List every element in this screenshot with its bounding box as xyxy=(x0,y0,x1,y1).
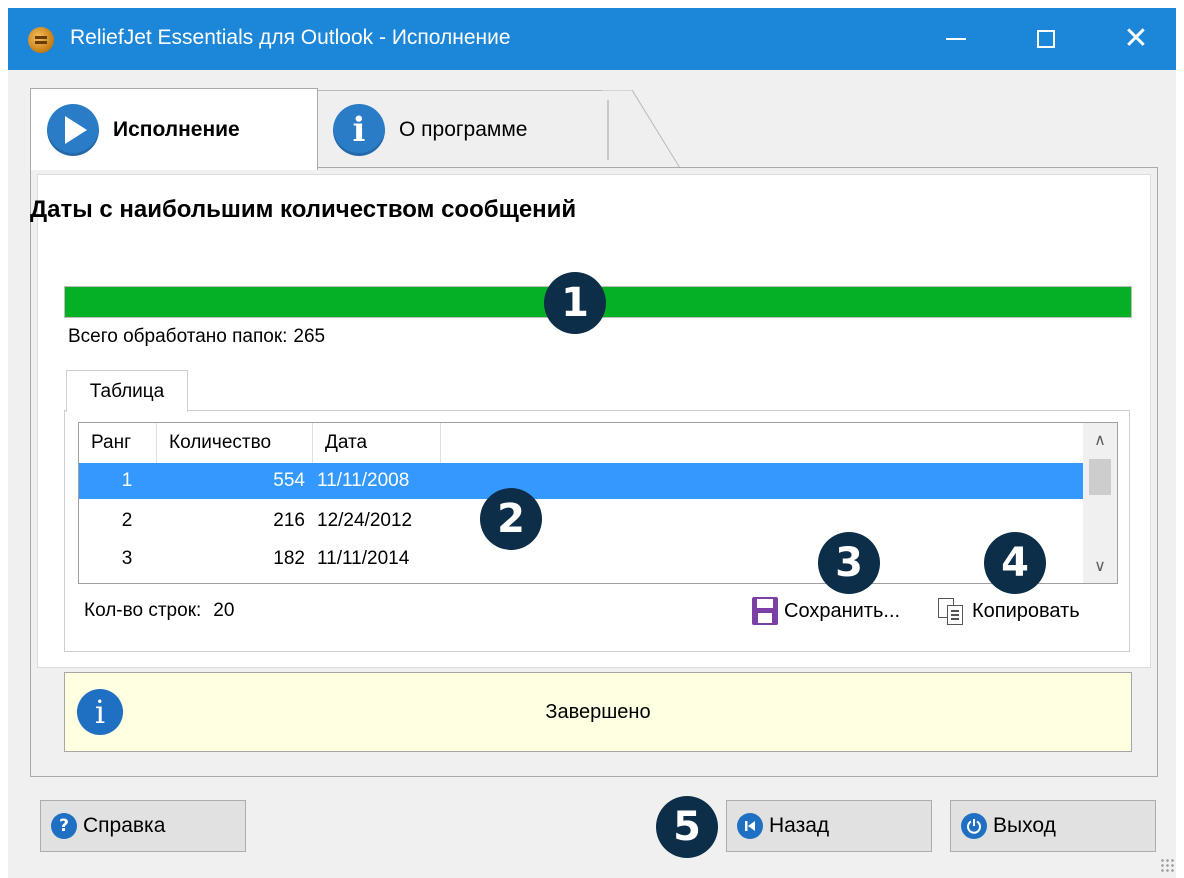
close-button[interactable]: ✕ xyxy=(1096,8,1176,70)
exit-button-label: Выход xyxy=(993,814,1056,837)
status-panel: i Завершено xyxy=(64,672,1132,752)
status-text: Завершено xyxy=(545,700,651,723)
processed-status: Всего обработано папок: 265 xyxy=(68,326,325,348)
tab-table[interactable]: Таблица xyxy=(66,370,188,412)
app-logo-icon xyxy=(28,27,54,53)
callout-badge-4: 4 xyxy=(984,532,1046,594)
back-button[interactable]: Назад xyxy=(726,800,932,852)
cell-rank: 2 xyxy=(121,510,133,531)
copy-button-label: Копировать xyxy=(972,599,1080,622)
row-count: Кол-во строк: 20 xyxy=(84,600,234,622)
close-icon: ✕ xyxy=(1123,21,1149,56)
save-button[interactable]: Сохранить... xyxy=(752,594,900,628)
scroll-down-button[interactable]: ∨ xyxy=(1083,549,1117,583)
maximize-button[interactable] xyxy=(1006,8,1086,70)
cell-date: 11/11/2008 xyxy=(317,470,410,491)
skip-back-icon xyxy=(737,813,763,839)
scroll-thumb[interactable] xyxy=(1089,459,1111,495)
table-row[interactable]: 1 554 11/11/2008 xyxy=(79,463,1084,499)
copy-button[interactable]: Копировать xyxy=(936,594,1080,628)
tab-execution[interactable]: Исполнение xyxy=(30,88,318,170)
cell-count: 216 xyxy=(273,510,305,531)
callout-badge-5: 5 xyxy=(656,796,718,858)
help-button[interactable]: ? Справка xyxy=(40,800,246,852)
callout-badge-2: 2 xyxy=(480,488,542,550)
cell-rank: 3 xyxy=(121,548,133,569)
save-button-label: Сохранить... xyxy=(784,599,901,622)
page-title: Даты с наибольшим количеством сообщений xyxy=(30,196,577,223)
table-scrollbar[interactable]: ∧ ∨ xyxy=(1083,423,1117,583)
row-count-label: Кол-во строк: xyxy=(84,600,202,621)
info-icon: i xyxy=(333,103,385,156)
table-row[interactable]: 2 216 12/24/2012 xyxy=(79,503,1084,539)
callout-badge-1: 1 xyxy=(544,272,606,334)
table-header: Ранг Количество Дата xyxy=(79,423,1084,463)
cell-rank: 1 xyxy=(121,470,133,491)
play-icon xyxy=(47,103,99,156)
question-icon: ? xyxy=(51,813,77,839)
results-table[interactable]: Ранг Количество Дата 1 554 11/11/2008 2 … xyxy=(78,422,1118,584)
tab-strip-corner xyxy=(602,90,681,169)
maximize-icon xyxy=(1037,30,1055,48)
window-title: ReliefJet Essentials для Outlook - Испол… xyxy=(70,26,511,49)
help-button-label: Справка xyxy=(83,814,166,837)
table-row[interactable]: 3 182 11/11/2014 xyxy=(79,541,1084,577)
chevron-down-icon: ∨ xyxy=(1094,558,1106,575)
title-bar[interactable]: ReliefJet Essentials для Outlook - Испол… xyxy=(8,8,1176,70)
callout-badge-3: 3 xyxy=(818,532,880,594)
row-count-value: 20 xyxy=(213,600,235,621)
cell-count: 182 xyxy=(273,548,305,569)
resize-grip[interactable] xyxy=(1160,858,1174,872)
column-header-count[interactable]: Количество xyxy=(157,423,313,463)
processed-label: Всего обработано папок: xyxy=(68,326,288,347)
minimize-button[interactable] xyxy=(916,8,996,70)
column-header-date[interactable]: Дата xyxy=(313,423,441,463)
floppy-disk-icon xyxy=(752,597,778,625)
main-tabstrip: Исполнение i О программе xyxy=(30,88,681,170)
copy-icon xyxy=(936,596,966,626)
minimize-icon xyxy=(946,38,966,40)
cell-count: 554 xyxy=(273,470,305,491)
exit-button[interactable]: Выход xyxy=(950,800,1156,852)
back-button-label: Назад xyxy=(769,814,830,837)
tab-about[interactable]: i О программе xyxy=(316,90,604,168)
scroll-up-button[interactable]: ∧ xyxy=(1083,423,1117,457)
cell-date: 12/24/2012 xyxy=(317,510,413,531)
power-icon xyxy=(961,813,987,839)
processed-value: 265 xyxy=(293,326,326,347)
chevron-up-icon: ∧ xyxy=(1094,432,1106,449)
column-header-rank[interactable]: Ранг xyxy=(79,423,157,463)
tab-execution-label: Исполнение xyxy=(113,117,240,141)
cell-date: 11/11/2014 xyxy=(317,548,410,569)
tab-about-label: О программе xyxy=(399,117,528,141)
